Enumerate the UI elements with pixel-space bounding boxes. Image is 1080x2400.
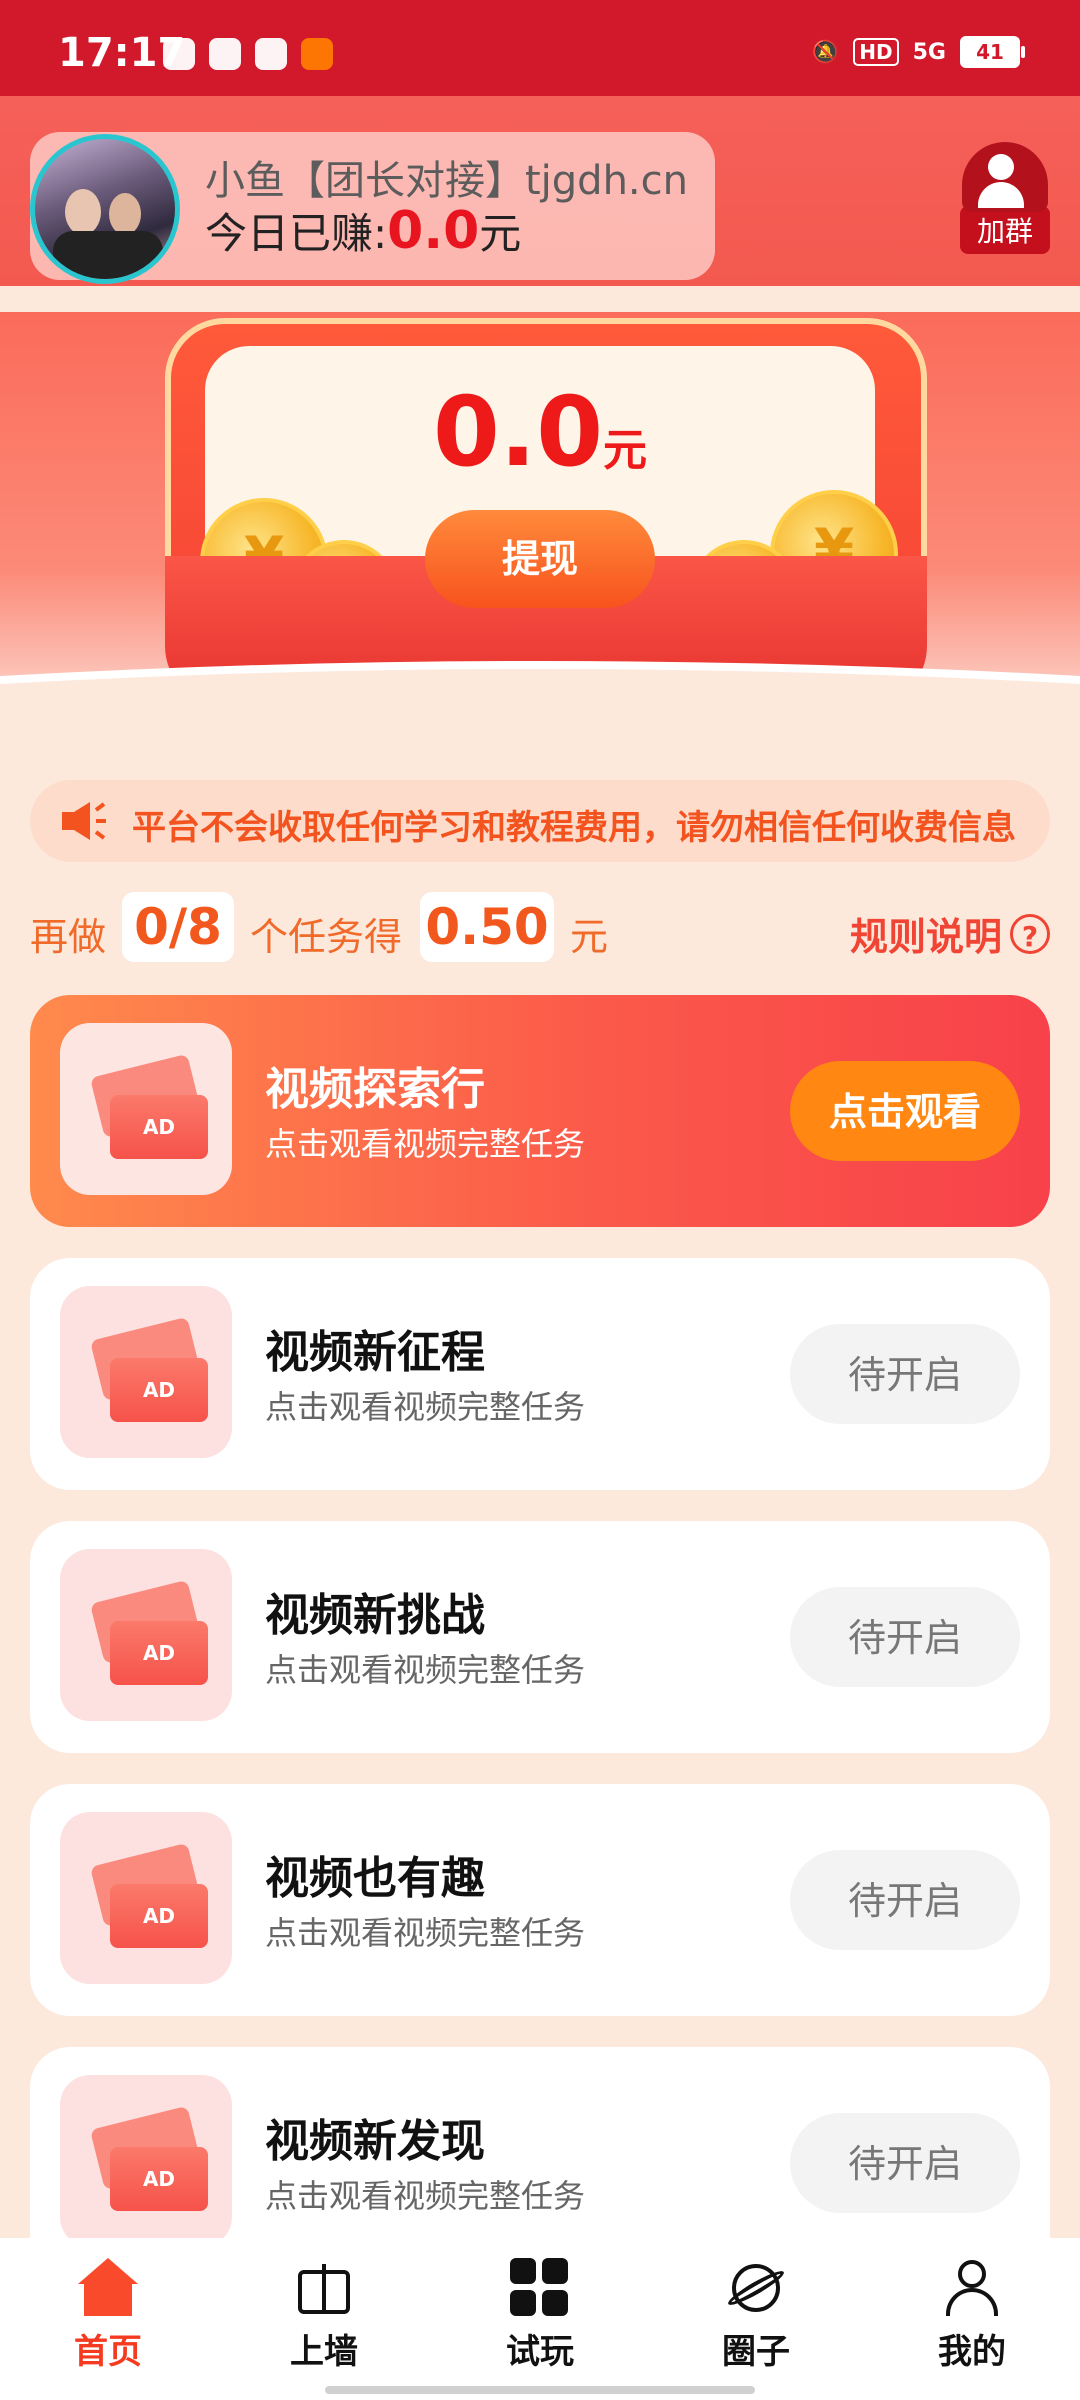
banner-wave bbox=[0, 661, 1080, 750]
withdraw-button[interactable]: 提现 bbox=[425, 510, 655, 608]
pending-button[interactable]: 待开启 bbox=[790, 1587, 1020, 1687]
calendar-icon bbox=[209, 38, 241, 70]
bottom-tabbar: 首页 上墙 试玩 圈子 我的 bbox=[0, 2238, 1080, 2400]
task-title: 视频新征程 bbox=[265, 1327, 485, 1378]
balance-unit: 元 bbox=[603, 425, 648, 476]
tab-label: 首页 bbox=[74, 2332, 142, 2372]
task-subtitle: 点击观看视频完整任务 bbox=[265, 1651, 586, 1689]
task-title: 视频新发现 bbox=[265, 2116, 485, 2167]
pending-button[interactable]: 待开启 bbox=[790, 1324, 1020, 1424]
tab-label: 上墙 bbox=[290, 2332, 358, 2372]
wechat-icon bbox=[163, 38, 195, 70]
profile-icon bbox=[940, 2258, 1004, 2318]
progress-prefix: 再做 bbox=[30, 915, 107, 959]
task-card[interactable]: AD 视频新征程 点击观看视频完整任务 待开启 bbox=[30, 1258, 1050, 1490]
gift-icon bbox=[292, 2258, 356, 2318]
wallet-balance: 0.0元 bbox=[0, 376, 1080, 488]
tab-label: 圈子 bbox=[722, 2332, 790, 2372]
balance-amount: 0.0 bbox=[432, 376, 604, 488]
task-card[interactable]: AD 视频也有趣 点击观看视频完整任务 待开启 bbox=[30, 1784, 1050, 2016]
user-name: 小鱼【团长对接】tjgdh.cn bbox=[205, 158, 688, 204]
app-notification-icon bbox=[301, 38, 333, 70]
planet-icon bbox=[724, 2258, 788, 2318]
earned-label: 今日已赚: bbox=[205, 209, 388, 258]
task-title: 视频也有趣 bbox=[265, 1853, 485, 1904]
task-card[interactable]: AD 视频新挑战 点击观看视频完整任务 待开启 bbox=[30, 1521, 1050, 1753]
task-subtitle: 点击观看视频完整任务 bbox=[265, 1914, 586, 1952]
tab-mine[interactable]: 我的 bbox=[902, 2258, 1042, 2373]
task-card[interactable]: AD 视频探索行 点击观看视频完整任务 点击观看 bbox=[30, 995, 1050, 1227]
join-group-label: 加群 bbox=[960, 206, 1050, 254]
ad-thumbnail: AD bbox=[60, 2075, 232, 2247]
join-group-button[interactable]: 加群 bbox=[960, 142, 1050, 254]
tab-trial[interactable]: 试玩 bbox=[470, 2258, 610, 2373]
progress-suffix: 元 bbox=[570, 915, 609, 959]
tab-label: 试玩 bbox=[506, 2332, 574, 2372]
tab-label: 我的 bbox=[938, 2332, 1006, 2372]
home-icon bbox=[76, 2258, 140, 2318]
hd-indicator: HD bbox=[853, 38, 899, 66]
earned-amount: 0.0 bbox=[387, 201, 480, 261]
tab-wall[interactable]: 上墙 bbox=[254, 2258, 394, 2373]
task-subtitle: 点击观看视频完整任务 bbox=[265, 1125, 586, 1163]
ad-badge: AD bbox=[110, 1621, 208, 1685]
tab-circle[interactable]: 圈子 bbox=[686, 2258, 826, 2373]
grid-icon bbox=[508, 2258, 572, 2318]
ad-badge: AD bbox=[110, 2147, 208, 2211]
tab-home[interactable]: 首页 bbox=[38, 2258, 178, 2373]
help-icon: ? bbox=[1010, 913, 1050, 954]
progress-middle: 个任务得 bbox=[250, 915, 403, 959]
mute-icon: 🔕 bbox=[811, 39, 840, 65]
rules-label: 规则说明 bbox=[849, 915, 1002, 959]
pending-button[interactable]: 待开启 bbox=[790, 2113, 1020, 2213]
signal-indicator: 5G bbox=[912, 39, 946, 65]
earned-unit: 元 bbox=[479, 209, 522, 258]
task-subtitle: 点击观看视频完整任务 bbox=[265, 2177, 586, 2215]
today-earned: 今日已赚:0.0元 bbox=[205, 200, 521, 261]
add-group-icon bbox=[962, 142, 1048, 212]
task-title: 视频新挑战 bbox=[265, 1590, 485, 1641]
ad-badge: AD bbox=[110, 1358, 208, 1422]
ad-badge: AD bbox=[110, 1095, 208, 1159]
home-indicator[interactable] bbox=[325, 2386, 755, 2394]
ad-thumbnail: AD bbox=[60, 1812, 232, 1984]
battery-indicator: 41 bbox=[960, 36, 1025, 68]
notification-icons bbox=[163, 38, 333, 70]
status-indicators: 🔕 HD 5G 41 bbox=[811, 36, 1025, 68]
rules-link[interactable]: 规则说明 ? bbox=[850, 906, 1050, 961]
status-bar: 17:17 🔕 HD 5G 41 bbox=[0, 0, 1080, 96]
progress-count: 0/8 bbox=[122, 892, 234, 962]
notice-text: 平台不会收取任何学习和教程费用，请勿相信任何收费信息 bbox=[132, 808, 1016, 848]
watch-button[interactable]: 点击观看 bbox=[790, 1061, 1020, 1161]
speaker-icon bbox=[62, 802, 106, 840]
notice-marquee: 平台不会收取任何学习和教程费用，请勿相信任何收费信息 bbox=[30, 780, 1050, 862]
ad-thumbnail: AD bbox=[60, 1286, 232, 1458]
qq-icon bbox=[255, 38, 287, 70]
ad-badge: AD bbox=[110, 1884, 208, 1948]
progress-reward: 0.50 bbox=[420, 892, 554, 962]
ad-thumbnail: AD bbox=[60, 1549, 232, 1721]
ad-thumbnail: AD bbox=[60, 1023, 232, 1195]
avatar[interactable] bbox=[30, 134, 180, 284]
pending-button[interactable]: 待开启 bbox=[790, 1850, 1020, 1950]
task-title: 视频探索行 bbox=[265, 1064, 485, 1115]
task-subtitle: 点击观看视频完整任务 bbox=[265, 1388, 586, 1426]
